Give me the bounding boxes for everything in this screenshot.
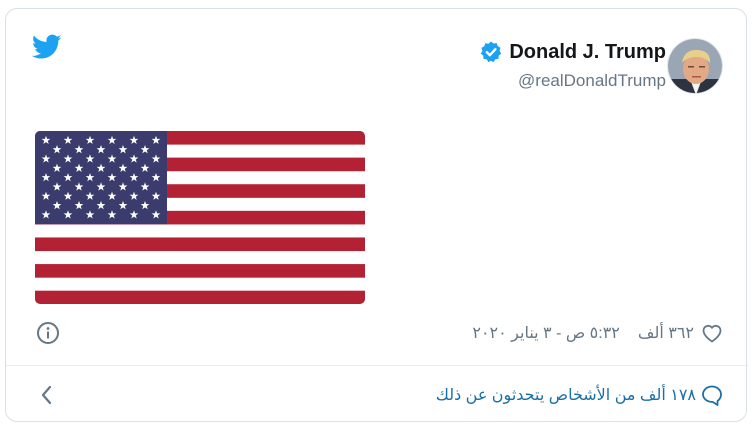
author-info[interactable]: Donald J. Trump @realDonaldTrump (479, 40, 666, 91)
tweet-media-image[interactable] (35, 131, 365, 304)
timestamp[interactable]: ٥:٣٢ ص - ٣ يناير ٢٠٢٠ (472, 323, 620, 343)
chevron-left-icon[interactable] (36, 382, 58, 408)
chat-bubble-icon (702, 385, 722, 406)
us-flag-image (35, 131, 365, 304)
divider (6, 365, 748, 366)
verified-badge-icon (481, 41, 502, 63)
avatar-photo (668, 39, 722, 93)
author-handle[interactable]: @realDonaldTrump (479, 71, 666, 91)
heart-icon[interactable] (700, 321, 724, 345)
avatar[interactable] (667, 38, 723, 94)
tweet-meta: ٣٦٢ ألف ٥:٣٢ ص - ٣ يناير ٢٠٢٠ (472, 321, 724, 345)
info-icon[interactable] (36, 321, 60, 345)
twitter-bird-icon[interactable] (32, 34, 62, 60)
conversation-link[interactable]: ١٧٨ ألف من الأشخاص يتحدثون عن ذلك (436, 383, 724, 407)
conversation-text[interactable]: ١٧٨ ألف من الأشخاص يتحدثون عن ذلك (436, 385, 696, 405)
like-count[interactable]: ٣٦٢ ألف (638, 323, 694, 343)
author-display-name[interactable]: Donald J. Trump (509, 41, 666, 64)
